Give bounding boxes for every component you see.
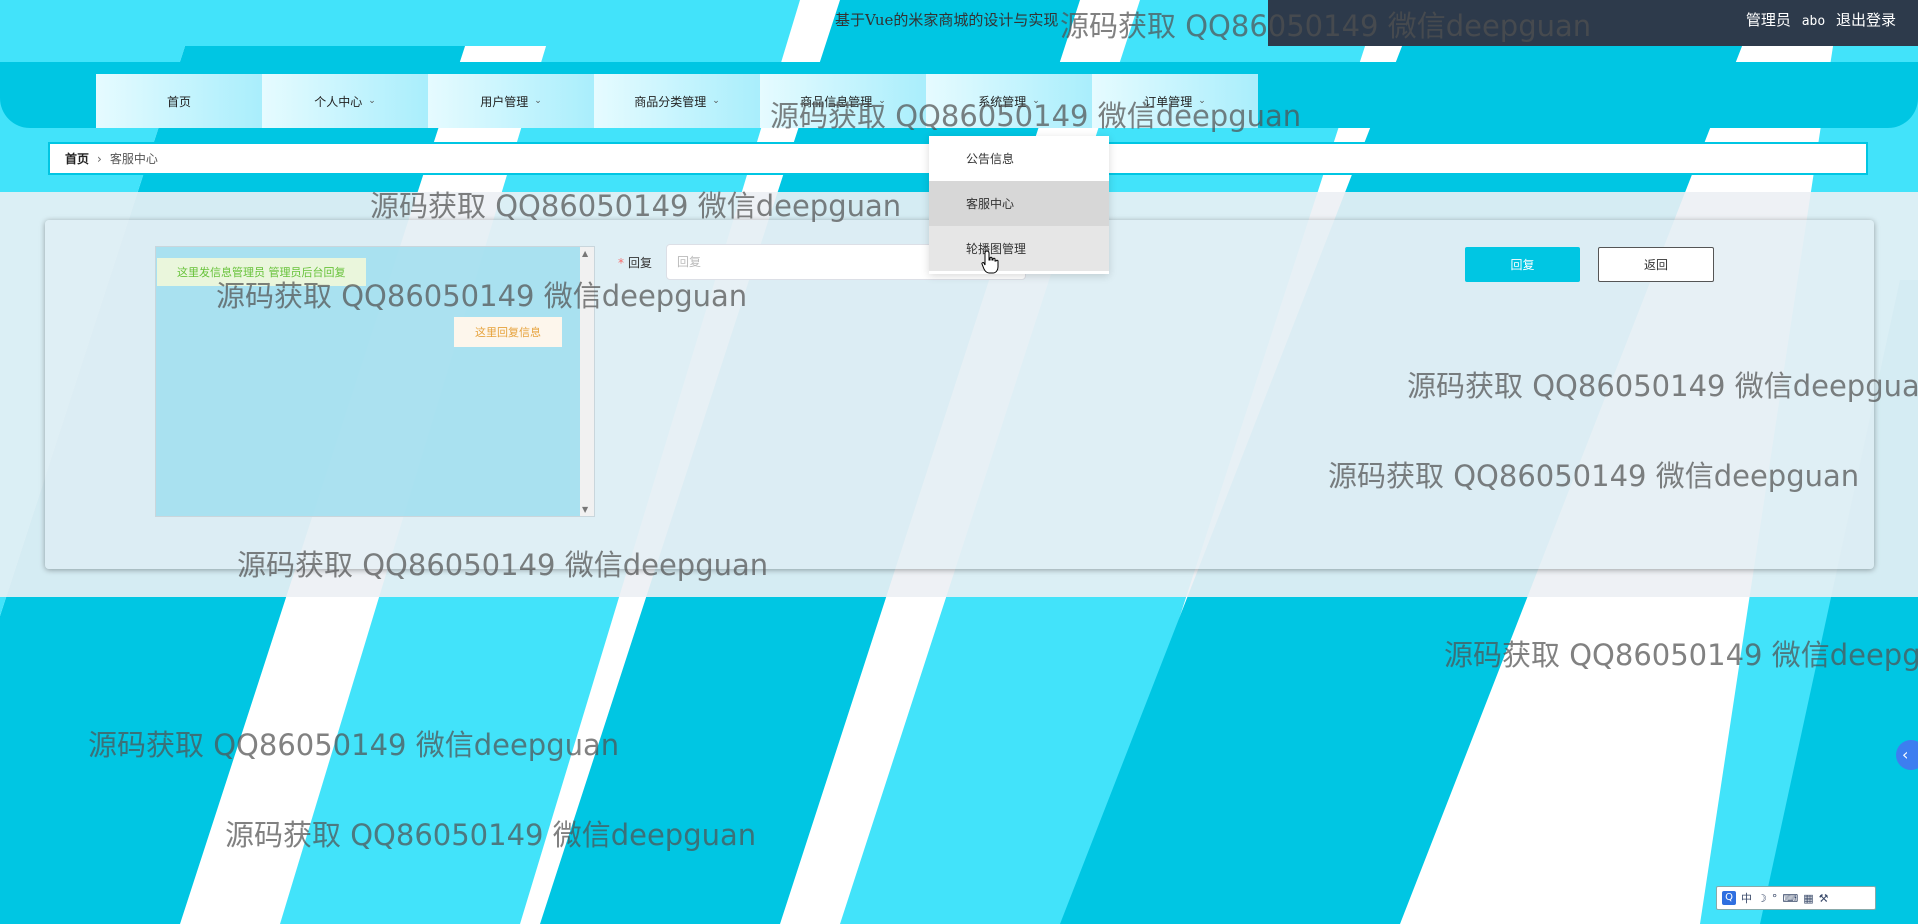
chevron-down-icon: ⌄ bbox=[534, 96, 542, 106]
reply-label-text: 回复 bbox=[628, 256, 653, 270]
nav-item-personal-center[interactable]: 个人中心 ⌄ bbox=[262, 74, 428, 128]
ime-toolbar: Q 中 ☽ ° ⌨ ▦ ⚒ bbox=[1716, 886, 1876, 910]
admin-reply-bubble: 这里回复信息 bbox=[454, 317, 562, 347]
required-asterisk: * bbox=[618, 256, 624, 270]
side-collapse-button[interactable]: ‹ bbox=[1896, 740, 1918, 770]
reply-label: * 回复 bbox=[618, 254, 652, 271]
site-title: 基于Vue的米家商城的设计与实现 bbox=[835, 11, 1059, 29]
nav-item-label: 首页 bbox=[166, 94, 191, 109]
system-management-dropdown: 公告信息 客服中心 轮播图管理 bbox=[929, 136, 1109, 274]
scroll-down-icon[interactable]: ▼ bbox=[582, 505, 588, 514]
scroll-up-icon[interactable]: ▲ bbox=[582, 249, 588, 258]
chevron-down-icon: ⌄ bbox=[1032, 96, 1040, 106]
dropdown-item-announcements[interactable]: 公告信息 bbox=[929, 136, 1109, 181]
moon-icon[interactable]: ☽ bbox=[1757, 892, 1767, 905]
ime-mode-label[interactable]: 中 bbox=[1741, 890, 1752, 906]
nav-item-label: 商品分类管理 bbox=[634, 94, 707, 109]
user-role: 管理员 bbox=[1745, 11, 1791, 29]
dropdown-item-carousel-management[interactable]: 轮播图管理 bbox=[929, 226, 1109, 271]
nav-item-product-management[interactable]: 商品信息管理 ⌄ bbox=[760, 74, 926, 128]
hand-cursor-icon bbox=[981, 250, 999, 274]
top-bar-left bbox=[0, 0, 576, 46]
username: abo bbox=[1801, 14, 1826, 29]
user-area: 管理员 abo 退出登录 bbox=[1740, 9, 1896, 30]
nav-item-user-management[interactable]: 用户管理 ⌄ bbox=[428, 74, 594, 128]
nav-item-system-management[interactable]: 系统管理 ⌄ bbox=[926, 74, 1092, 128]
dropdown-item-label: 公告信息 bbox=[966, 152, 1015, 166]
nav-item-label: 用户管理 bbox=[480, 94, 529, 109]
wrench-icon[interactable]: ⚒ bbox=[1819, 892, 1829, 905]
chevron-down-icon: ⌄ bbox=[878, 96, 886, 106]
ime-logo-icon[interactable]: Q bbox=[1722, 891, 1736, 905]
main-nav: 首页 个人中心 ⌄ 用户管理 ⌄ 商品分类管理 ⌄ 商品信息管理 ⌄ 系统管理 ⌄ 订单管… bbox=[96, 74, 1258, 128]
chat-scrollbar[interactable]: ▲ ▼ bbox=[580, 247, 594, 516]
keyboard-icon[interactable]: ⌨ bbox=[1782, 892, 1798, 905]
nav-item-category-management[interactable]: 商品分类管理 ⌄ bbox=[594, 74, 760, 128]
nav-item-label: 订单管理 bbox=[1144, 94, 1193, 109]
dropdown-item-customer-service[interactable]: 客服中心 bbox=[929, 181, 1109, 226]
back-button[interactable]: 返回 bbox=[1598, 247, 1714, 282]
breadcrumb-home[interactable]: 首页 bbox=[65, 150, 89, 167]
nav-item-label: 个人中心 bbox=[314, 94, 363, 109]
chevron-down-icon: ⌄ bbox=[712, 96, 720, 106]
grid-icon[interactable]: ▦ bbox=[1803, 892, 1813, 905]
nav-item-order-management[interactable]: 订单管理 ⌄ bbox=[1092, 74, 1258, 128]
user-message-bubble: 这里发信息管理员 管理员后台回复 bbox=[157, 258, 366, 286]
breadcrumb-current: 客服中心 bbox=[109, 152, 158, 166]
top-bar: 基于Vue的米家商城的设计与实现 管理员 abo 退出登录 bbox=[0, 0, 1918, 46]
chevron-right-icon: › bbox=[97, 151, 102, 166]
nav-item-label: 系统管理 bbox=[978, 94, 1027, 109]
reply-button[interactable]: 回复 bbox=[1465, 247, 1580, 282]
nav-item-label: 商品信息管理 bbox=[800, 94, 873, 109]
chat-history[interactable]: 这里发信息管理员 管理员后台回复 这里回复信息 ▲ ▼ bbox=[155, 246, 595, 517]
chevron-down-icon: ⌄ bbox=[1198, 96, 1206, 106]
logout-link[interactable]: 退出登录 bbox=[1836, 11, 1896, 29]
punctuation-icon[interactable]: ° bbox=[1772, 892, 1778, 905]
chevron-down-icon: ⌄ bbox=[368, 96, 376, 106]
nav-item-home[interactable]: 首页 bbox=[96, 74, 262, 128]
dropdown-item-label: 客服中心 bbox=[966, 197, 1015, 211]
